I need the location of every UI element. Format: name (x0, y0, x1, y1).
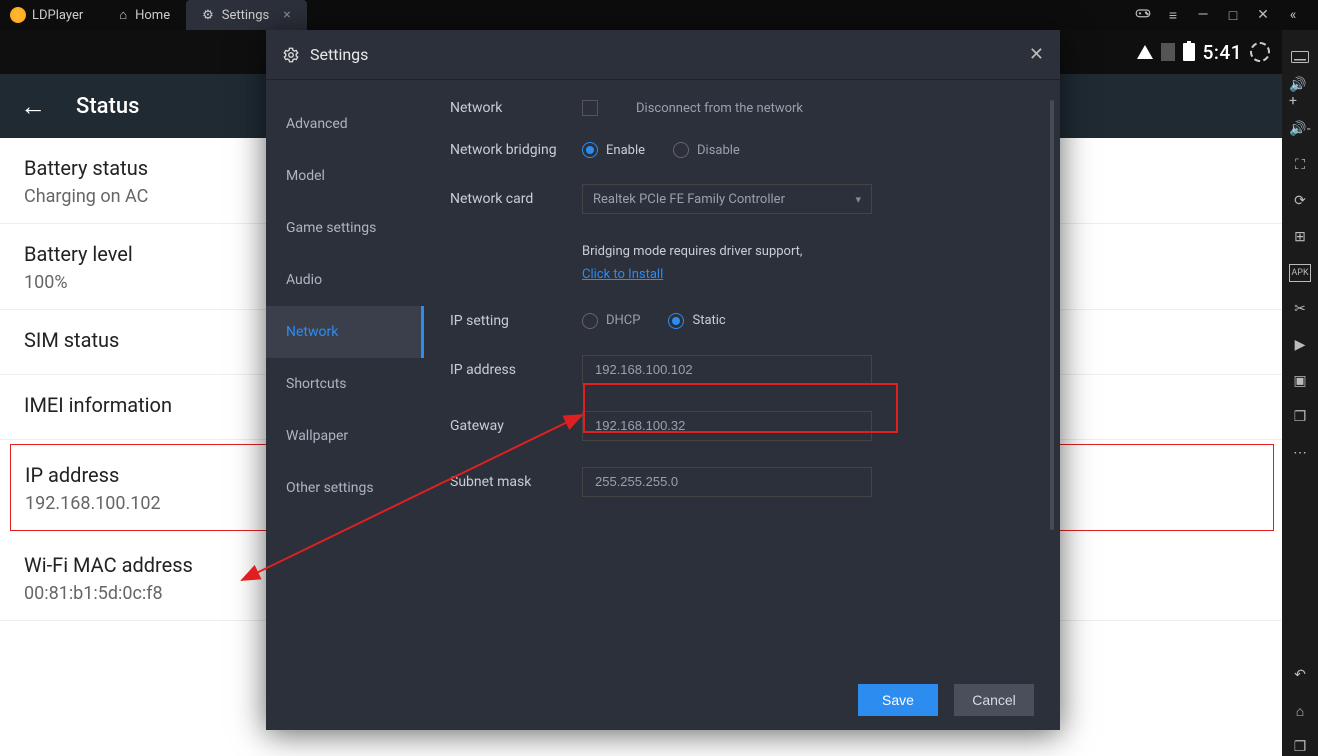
sync-icon[interactable]: ⟳ (1289, 192, 1311, 210)
ip-static-radio[interactable]: Static (668, 313, 725, 329)
gateway-input[interactable] (582, 411, 872, 441)
wifi-icon (1137, 45, 1153, 59)
gateway-label: Gateway (450, 418, 582, 434)
bridging-helper: Bridging mode requires driver support, C… (582, 240, 803, 287)
app-titlebar: LDPlayer ⌂ Home ⚙ Settings × ≡ — □ ✕ « (0, 0, 1318, 30)
sidebar-item-network[interactable]: Network (266, 306, 424, 358)
clock: 5:41 (1203, 41, 1242, 64)
radio-label: Disable (697, 143, 740, 158)
settings-title: Settings (310, 45, 1029, 64)
right-toolbar: 🔊+ 🔊- ⛶ ⟳ ⊞ APK ✂ ▶ ▣ ❐ ⋯ ↶ ⌂ ❐ (1282, 30, 1318, 756)
cancel-button[interactable]: Cancel (954, 684, 1034, 716)
subnet-label: Subnet mask (450, 474, 582, 490)
minimize-button[interactable]: — (1188, 7, 1218, 23)
bridging-enable-radio[interactable]: Enable (582, 142, 645, 158)
close-icon[interactable]: ✕ (1029, 44, 1044, 65)
screenshot-icon[interactable]: ▣ (1289, 372, 1311, 390)
tab-label: Home (135, 8, 170, 23)
bridging-label: Network bridging (450, 142, 582, 158)
battery-icon (1183, 43, 1195, 61)
menu-icon[interactable]: ≡ (1158, 7, 1188, 24)
volume-up-icon[interactable]: 🔊+ (1289, 84, 1311, 102)
radio-circle-icon (668, 313, 684, 329)
save-button[interactable]: Save (858, 684, 938, 716)
collapse-sidebar-icon[interactable]: « (1278, 7, 1308, 23)
sidebar-item-other-settings[interactable]: Other settings (266, 462, 424, 514)
sidebar-item-audio[interactable]: Audio (266, 254, 424, 306)
disconnect-label: Disconnect from the network (636, 101, 803, 116)
settings-sidebar: Advanced Model Game settings Audio Netwo… (266, 80, 424, 670)
tab-label: Settings (222, 8, 269, 23)
bridging-disable-radio[interactable]: Disable (673, 142, 740, 158)
radio-label: Static (692, 313, 725, 328)
gear-icon: ⚙ (202, 8, 214, 23)
network-label: Network (450, 100, 582, 116)
sidebar-item-shortcuts[interactable]: Shortcuts (266, 358, 424, 410)
more-icon[interactable]: ⋯ (1289, 444, 1311, 462)
no-sim-icon (1161, 43, 1175, 61)
keyboard-icon[interactable] (1289, 48, 1311, 66)
fullscreen-icon[interactable]: ⛶ (1289, 156, 1311, 174)
sidebar-item-advanced[interactable]: Advanced (266, 98, 424, 150)
ldplayer-logo-icon (10, 7, 26, 23)
nav-back-icon[interactable]: ↶ (1289, 666, 1311, 684)
radio-circle-icon (582, 313, 598, 329)
close-button[interactable]: ✕ (1248, 7, 1278, 23)
scrollbar[interactable] (1050, 100, 1054, 530)
gamepad-icon[interactable] (1128, 4, 1158, 26)
network-card-select[interactable]: Realtek PCIe FE Family Controller ▾ (582, 184, 872, 214)
nav-recent-icon[interactable]: ❐ (1289, 738, 1311, 756)
sidebar-item-model[interactable]: Model (266, 150, 424, 202)
home-icon: ⌂ (119, 7, 127, 23)
ip-address-input[interactable] (582, 355, 872, 385)
back-arrow-icon[interactable]: ← (20, 91, 46, 122)
gear-icon (282, 46, 300, 64)
radio-label: Enable (606, 143, 645, 158)
loading-icon (1250, 42, 1270, 62)
sidebar-item-game-settings[interactable]: Game settings (266, 202, 424, 254)
radio-circle-icon (673, 142, 689, 158)
chevron-down-icon: ▾ (855, 193, 861, 206)
ip-setting-label: IP setting (450, 313, 582, 329)
apk-icon[interactable]: APK (1289, 264, 1311, 282)
brand: LDPlayer (10, 7, 103, 23)
card-label: Network card (450, 191, 582, 207)
tab-settings[interactable]: ⚙ Settings × (186, 0, 307, 30)
settings-header: Settings ✕ (266, 30, 1060, 80)
maximize-button[interactable]: □ (1218, 7, 1248, 24)
radio-label: DHCP (606, 313, 640, 328)
select-value: Realtek PCIe FE Family Controller (593, 192, 785, 207)
settings-modal: Settings ✕ Advanced Model Game settings … (266, 30, 1060, 730)
video-icon[interactable]: ▶ (1289, 336, 1311, 354)
sidebar-item-wallpaper[interactable]: Wallpaper (266, 410, 424, 462)
multi-window-icon[interactable]: ❐ (1289, 408, 1311, 426)
page-title: Status (76, 94, 139, 119)
scissors-icon[interactable]: ✂ (1289, 300, 1311, 318)
ip-address-label: IP address (450, 362, 582, 378)
volume-down-icon[interactable]: 🔊- (1289, 120, 1311, 138)
brand-label: LDPlayer (32, 8, 83, 23)
settings-content: Network Disconnect from the network Netw… (424, 80, 1060, 670)
settings-footer: Save Cancel (266, 670, 1060, 730)
radio-circle-icon (582, 142, 598, 158)
disconnect-checkbox[interactable] (582, 100, 598, 116)
nav-home-icon[interactable]: ⌂ (1289, 702, 1311, 720)
tab-home[interactable]: ⌂ Home (103, 0, 186, 30)
tab-close-icon[interactable]: × (283, 7, 290, 23)
ip-dhcp-radio[interactable]: DHCP (582, 313, 640, 329)
install-link[interactable]: Click to Install (582, 267, 663, 282)
subnet-input[interactable] (582, 467, 872, 497)
add-icon[interactable]: ⊞ (1289, 228, 1311, 246)
